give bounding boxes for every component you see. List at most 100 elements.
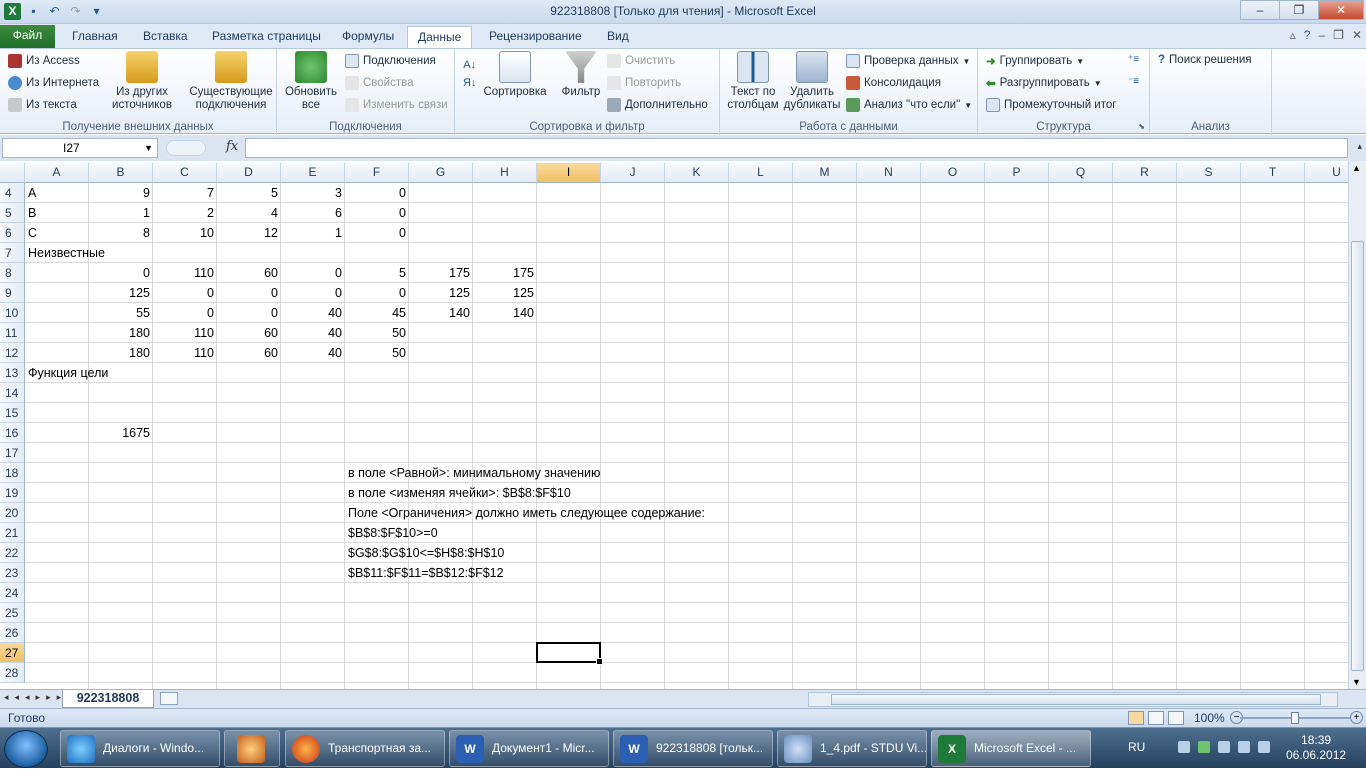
cell-f10[interactable]: 45 — [345, 303, 409, 323]
cell-c4[interactable]: 7 — [153, 183, 217, 203]
start-button[interactable] — [4, 730, 48, 768]
doc-close-icon[interactable]: ✕ — [1352, 28, 1362, 42]
cell-c11[interactable]: 110 — [153, 323, 217, 343]
help-icon[interactable]: ? — [1304, 28, 1311, 42]
row-header-17[interactable]: 17 — [0, 443, 25, 463]
cell-b6[interactable]: 8 — [89, 223, 153, 243]
column-header-l[interactable]: L — [729, 163, 793, 183]
tab-file[interactable]: Файл — [0, 25, 55, 48]
zoom-in-icon[interactable]: + — [1350, 711, 1363, 724]
doc-minimize-icon[interactable]: – — [1318, 28, 1325, 42]
from-access-button[interactable]: Из Access — [8, 54, 80, 68]
scroll-down-icon[interactable]: ▼ — [1352, 677, 1361, 687]
security-icon[interactable] — [1198, 741, 1210, 753]
sort-az-buttons[interactable]: А↓ Я↓ — [463, 59, 476, 89]
row-header-9[interactable]: 9 — [0, 283, 25, 303]
page-break-view-icon[interactable] — [1168, 711, 1184, 725]
horizontal-scroll-thumb[interactable] — [831, 694, 1321, 705]
cell-f22[interactable]: $G$8:$G$10<=$H$8:$H$10 — [345, 543, 504, 563]
cell-d8[interactable]: 60 — [217, 263, 281, 283]
cell-e6[interactable]: 1 — [281, 223, 345, 243]
cell-d12[interactable]: 60 — [217, 343, 281, 363]
column-header-q[interactable]: Q — [1049, 163, 1113, 183]
sheet-tab[interactable]: 922318808 — [62, 690, 154, 708]
from-other-sources-button[interactable]: Из других источников — [103, 51, 181, 112]
column-header-n[interactable]: N — [857, 163, 921, 183]
column-header-h[interactable]: H — [473, 163, 537, 183]
cell-f23[interactable]: $B$11:$F$11=$B$12:$F$12 — [345, 563, 504, 583]
column-header-b[interactable]: B — [89, 163, 153, 183]
zoom-level[interactable]: 100% — [1194, 711, 1225, 725]
column-header-a[interactable]: A — [25, 163, 89, 183]
cell-a5[interactable]: B — [25, 203, 36, 223]
cell-g8[interactable]: 175 — [409, 263, 473, 283]
language-indicator[interactable]: RU — [1128, 740, 1145, 754]
cell-d4[interactable]: 5 — [217, 183, 281, 203]
cell-a4[interactable]: A — [25, 183, 36, 203]
tab-home[interactable]: Главная — [62, 26, 128, 48]
row-header-28[interactable]: 28 — [0, 663, 25, 683]
cell-b9[interactable]: 125 — [89, 283, 153, 303]
column-header-e[interactable]: E — [281, 163, 345, 183]
column-header-r[interactable]: R — [1113, 163, 1177, 183]
normal-view-icon[interactable] — [1128, 711, 1144, 725]
cell-b5[interactable]: 1 — [89, 203, 153, 223]
row-header-21[interactable]: 21 — [0, 523, 25, 543]
filter-button[interactable]: Фильтр — [555, 51, 607, 99]
cell-h8[interactable]: 175 — [473, 263, 537, 283]
column-header-p[interactable]: P — [985, 163, 1049, 183]
row-header-23[interactable]: 23 — [0, 563, 25, 583]
text-to-columns-button[interactable]: Текст по столбцам — [724, 51, 782, 112]
cell-d10[interactable]: 0 — [217, 303, 281, 323]
cell-d5[interactable]: 4 — [217, 203, 281, 223]
what-if-button[interactable]: Анализ "что если" ▼ — [846, 98, 972, 112]
row-header-14[interactable]: 14 — [0, 383, 25, 403]
row-header-11[interactable]: 11 — [0, 323, 25, 343]
cell-e12[interactable]: 40 — [281, 343, 345, 363]
tab-insert[interactable]: Вставка — [133, 26, 198, 48]
tab-review[interactable]: Рецензирование — [479, 26, 592, 48]
page-layout-view-icon[interactable] — [1148, 711, 1164, 725]
cell-d6[interactable]: 12 — [217, 223, 281, 243]
expand-formula-bar-icon[interactable]: ▴ — [1357, 141, 1362, 152]
cell-f5[interactable]: 0 — [345, 203, 409, 223]
cell-f20[interactable]: Поле <Ограничения> должно иметь следующе… — [345, 503, 705, 523]
group-button[interactable]: ➜ Группировать ▼ — [986, 54, 1084, 68]
cell-e4[interactable]: 3 — [281, 183, 345, 203]
row-header-5[interactable]: 5 — [0, 203, 25, 223]
row-header-8[interactable]: 8 — [0, 263, 25, 283]
row-header-20[interactable]: 20 — [0, 503, 25, 523]
column-header-f[interactable]: F — [345, 163, 409, 183]
clock[interactable]: 18:39 06.06.2012 — [1286, 733, 1346, 763]
taskbar-item-app[interactable] — [224, 730, 280, 767]
column-header-u[interactable]: U — [1305, 163, 1348, 183]
column-header-j[interactable]: J — [601, 163, 665, 183]
sheet-nav-arrows[interactable]: ◂◂◂▸▸▸ — [4, 692, 67, 703]
column-header-d[interactable]: D — [217, 163, 281, 183]
column-header-i[interactable]: I — [537, 163, 601, 183]
cell-b10[interactable]: 55 — [89, 303, 153, 323]
cell-c9[interactable]: 0 — [153, 283, 217, 303]
cell-e8[interactable]: 0 — [281, 263, 345, 283]
hide-detail-icon[interactable]: ⁻≡ — [1128, 76, 1139, 87]
dialog-launcher-icon[interactable]: ⬊ — [1138, 122, 1145, 131]
ungroup-button[interactable]: ⬅ Разгруппировать ▼ — [986, 76, 1102, 90]
doc-restore-icon[interactable]: ❐ — [1333, 28, 1344, 42]
column-header-o[interactable]: O — [921, 163, 985, 183]
cell-f18[interactable]: в поле <Равной>: минимальному значению — [345, 463, 600, 483]
row-header-19[interactable]: 19 — [0, 483, 25, 503]
volume-icon[interactable] — [1258, 741, 1270, 753]
cell-d9[interactable]: 0 — [217, 283, 281, 303]
consolidate-button[interactable]: Консолидация — [846, 76, 941, 90]
data-validation-button[interactable]: Проверка данных ▼ — [846, 54, 970, 68]
tab-data[interactable]: Данные — [407, 26, 473, 48]
cell-a7[interactable]: Неизвестные — [25, 243, 105, 263]
insert-function-icon[interactable]: fx — [226, 139, 238, 154]
row-header-26[interactable]: 26 — [0, 623, 25, 643]
cell-e11[interactable]: 40 — [281, 323, 345, 343]
tray-arrow-icon[interactable] — [1178, 741, 1190, 753]
name-box[interactable]: I27 ▼ — [2, 138, 158, 158]
cell-a13[interactable]: Функция цели — [25, 363, 108, 383]
select-all-corner[interactable] — [0, 163, 25, 183]
cell-c10[interactable]: 0 — [153, 303, 217, 323]
